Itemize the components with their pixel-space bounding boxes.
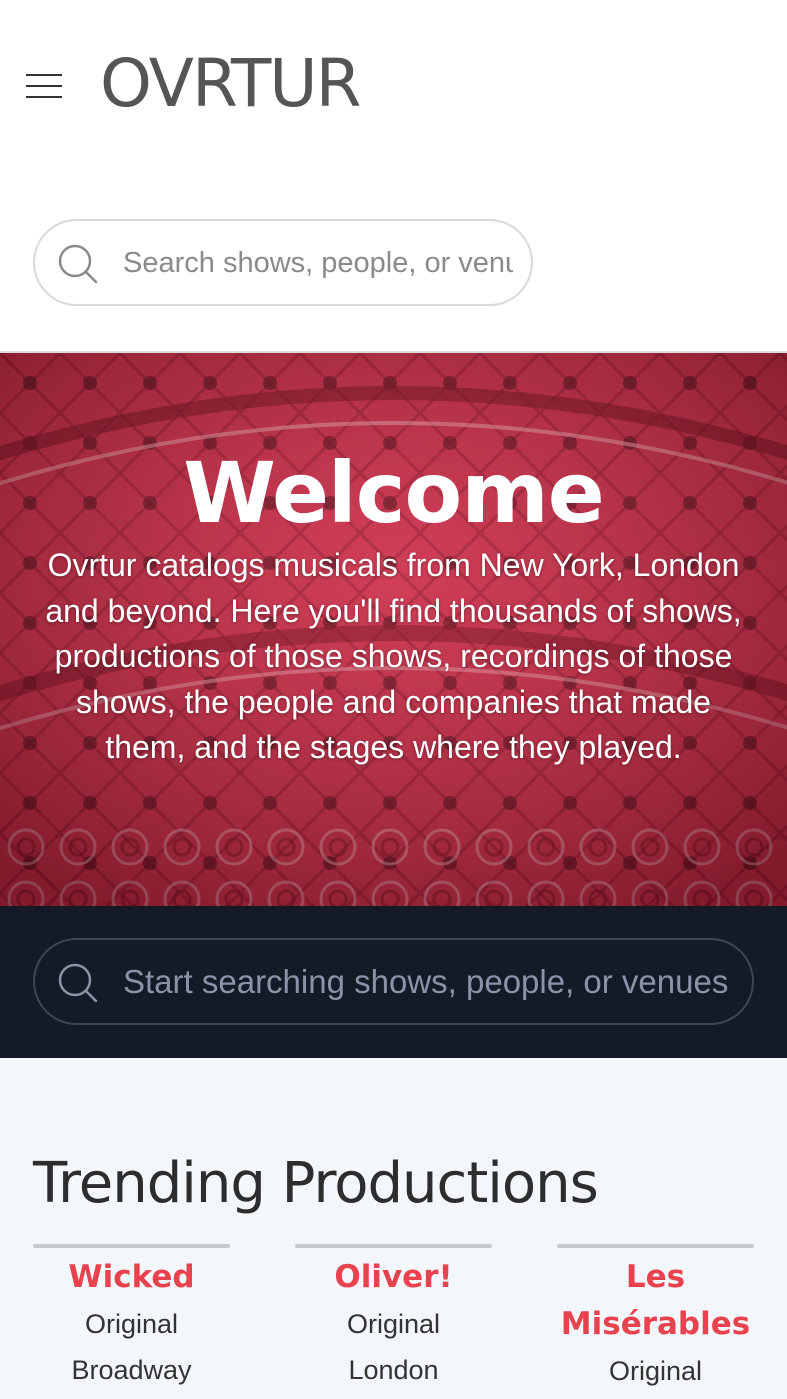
search-band <box>0 906 787 1058</box>
production-card-les-miserables[interactable]: Les Misérables Original <box>557 1244 754 1394</box>
welcome-hero: Welcome Ovrtur catalogs musicals from Ne… <box>0 351 787 906</box>
hamburger-menu-icon[interactable] <box>26 72 62 102</box>
production-location: Broadway <box>71 1355 192 1385</box>
production-type: Original <box>346 1309 441 1339</box>
card-divider <box>33 1244 230 1248</box>
hero-description: Ovrtur catalogs musicals from New York, … <box>45 547 742 765</box>
production-name[interactable]: Les Misérables <box>557 1254 754 1348</box>
search-icon <box>58 963 98 1003</box>
production-card-oliver[interactable]: Oliver! Original London <box>295 1244 492 1393</box>
hero-title: Welcome <box>183 444 604 542</box>
production-location: London <box>348 1355 439 1385</box>
header: OVRTUR <box>0 0 787 306</box>
production-type: Original <box>84 1309 179 1339</box>
main-search-box[interactable] <box>33 938 754 1025</box>
production-name[interactable]: Oliver! <box>295 1254 492 1301</box>
header-search-box[interactable] <box>33 219 533 306</box>
main-search-input[interactable] <box>123 958 738 1006</box>
production-card-wicked[interactable]: Wicked Original Broadway <box>33 1244 230 1393</box>
header-search-input[interactable] <box>123 239 513 287</box>
site-logo[interactable]: OVRTUR <box>100 44 361 124</box>
card-divider <box>295 1244 492 1248</box>
page: OVRTUR Search shows, people, or venues W… <box>0 0 787 1399</box>
section-title: Trending Productions <box>33 1151 599 1216</box>
trending-productions-section: Trending Productions Wicked Original Bro… <box>0 1058 787 1399</box>
search-icon <box>58 244 98 284</box>
production-name[interactable]: Wicked <box>33 1254 230 1301</box>
card-divider <box>557 1244 754 1248</box>
production-type: Original <box>608 1356 703 1386</box>
hero-content: Welcome Ovrtur catalogs musicals from Ne… <box>0 443 787 771</box>
